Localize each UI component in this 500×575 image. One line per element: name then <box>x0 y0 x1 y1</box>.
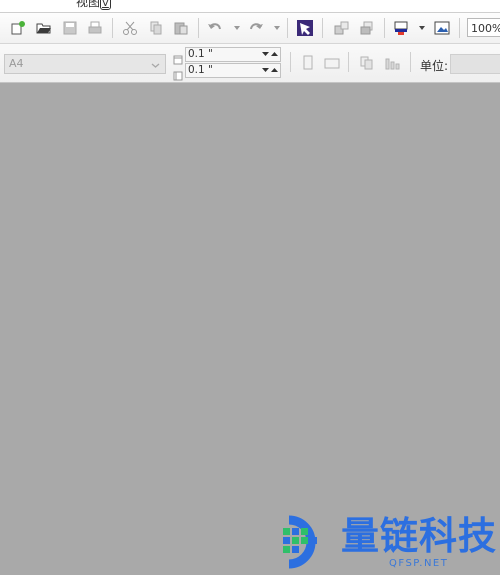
page-setup-toolbar: A4 0.1 " 0.1 " 单位: <box>0 44 500 83</box>
stepper-up-icon[interactable] <box>271 65 278 75</box>
margin-top-icon <box>173 50 183 65</box>
bring-front-icon[interactable] <box>358 19 376 37</box>
margin-top-value: 0.1 " <box>188 48 213 60</box>
stepper-down-icon[interactable] <box>262 65 269 75</box>
undo-icon[interactable] <box>206 19 224 37</box>
redo-dropdown-icon[interactable] <box>273 23 281 33</box>
logo-mark-icon <box>283 515 317 569</box>
unit-select[interactable] <box>450 54 500 74</box>
undo-dropdown-icon[interactable] <box>233 23 241 33</box>
zoom-input[interactable]: 100% <box>467 18 500 37</box>
copy-icon[interactable] <box>147 19 165 37</box>
new-icon[interactable] <box>9 19 27 37</box>
unit-label: 单位: <box>420 59 449 73</box>
paste-icon[interactable] <box>172 19 190 37</box>
watermark-subtitle: QFSP.NET <box>389 558 449 569</box>
stepper-down-icon[interactable] <box>262 49 269 59</box>
redo-icon[interactable] <box>247 19 265 37</box>
landscape-icon[interactable] <box>323 54 341 72</box>
align-icon[interactable] <box>383 54 401 72</box>
cut-icon[interactable] <box>121 19 139 37</box>
stepper-up-icon[interactable] <box>271 49 278 59</box>
watermark-title: 量链科技 <box>341 514 498 558</box>
portrait-icon[interactable] <box>299 54 317 72</box>
margin-side-value: 0.1 " <box>188 64 213 76</box>
open-icon[interactable] <box>35 19 53 37</box>
chevron-down-icon <box>151 58 160 76</box>
print-icon[interactable] <box>86 19 104 37</box>
watermark-logo: 量链科技 QFSP.NET <box>279 512 500 575</box>
pages-icon[interactable] <box>358 54 376 72</box>
save-icon[interactable] <box>61 19 79 37</box>
main-toolbar: 100% <box>0 13 500 44</box>
fill-dropdown-icon[interactable] <box>418 23 426 33</box>
canvas-area[interactable] <box>0 83 500 575</box>
menu-bar: 视图 V <box>0 0 500 13</box>
margin-side-stepper[interactable]: 0.1 " <box>185 63 281 78</box>
paper-size-value: A4 <box>9 57 24 70</box>
menu-view-key: V <box>100 0 111 10</box>
image-icon[interactable] <box>433 19 451 37</box>
menu-view-label: 视图 <box>76 0 101 9</box>
send-back-icon[interactable] <box>333 19 351 37</box>
fill-icon[interactable] <box>392 19 410 37</box>
select-tool-icon[interactable] <box>296 19 314 37</box>
margin-top-stepper[interactable]: 0.1 " <box>185 47 281 62</box>
paper-size-select[interactable]: A4 <box>4 54 166 74</box>
margin-side-icon <box>173 66 183 81</box>
menu-view[interactable]: 视图 V <box>76 0 111 12</box>
